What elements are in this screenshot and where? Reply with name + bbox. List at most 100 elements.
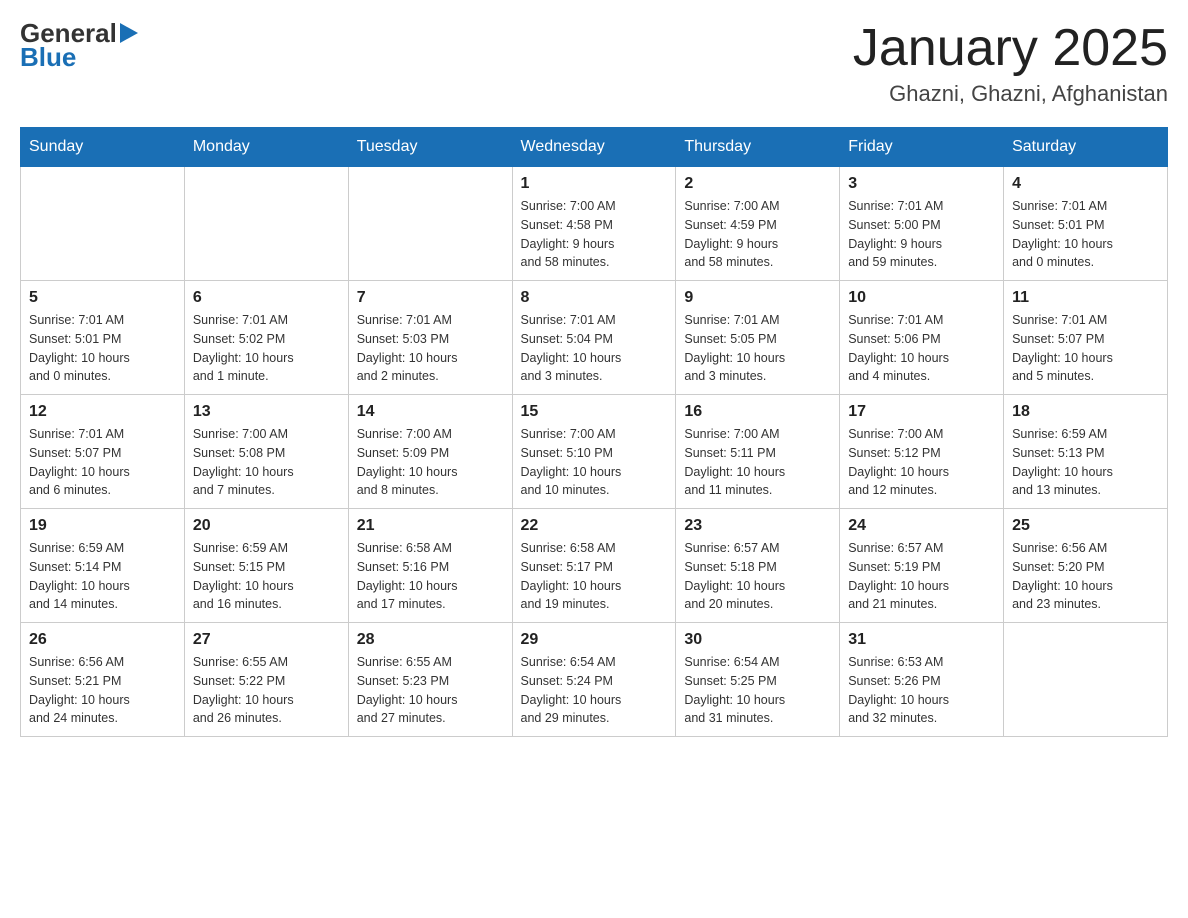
- calendar-table: SundayMondayTuesdayWednesdayThursdayFrid…: [20, 127, 1168, 737]
- weekday-header-thursday: Thursday: [676, 128, 840, 167]
- day-info: Sunrise: 6:58 AMSunset: 5:17 PMDaylight:…: [521, 539, 668, 614]
- day-number: 3: [848, 175, 995, 193]
- day-number: 28: [357, 631, 504, 649]
- weekday-header-tuesday: Tuesday: [348, 128, 512, 167]
- day-info: Sunrise: 6:59 AMSunset: 5:14 PMDaylight:…: [29, 539, 176, 614]
- day-info: Sunrise: 6:58 AMSunset: 5:16 PMDaylight:…: [357, 539, 504, 614]
- day-number: 14: [357, 403, 504, 421]
- calendar-empty-cell: [21, 167, 185, 281]
- day-info: Sunrise: 6:56 AMSunset: 5:21 PMDaylight:…: [29, 653, 176, 728]
- day-info: Sunrise: 7:01 AMSunset: 5:04 PMDaylight:…: [521, 311, 668, 386]
- day-number: 13: [193, 403, 340, 421]
- day-info: Sunrise: 6:57 AMSunset: 5:19 PMDaylight:…: [848, 539, 995, 614]
- day-number: 5: [29, 289, 176, 307]
- weekday-header-monday: Monday: [184, 128, 348, 167]
- logo-arrow-icon: [120, 23, 138, 43]
- day-info: Sunrise: 6:54 AMSunset: 5:24 PMDaylight:…: [521, 653, 668, 728]
- calendar-day-2: 2 Sunrise: 7:00 AMSunset: 4:59 PMDaylight…: [676, 167, 840, 281]
- calendar-day-25: 25Sunrise: 6:56 AMSunset: 5:20 PMDayligh…: [1004, 509, 1168, 623]
- calendar-day-1: 1 Sunrise: 7:00 AMSunset: 4:58 PMDaylight…: [512, 167, 676, 281]
- day-number: 6: [193, 289, 340, 307]
- calendar-subtitle: Ghazni, Ghazni, Afghanistan: [853, 81, 1168, 107]
- day-number: 20: [193, 517, 340, 535]
- calendar-day-16: 16 Sunrise: 7:00 AMSunset: 5:11 PMDayligh…: [676, 395, 840, 509]
- day-number: 7: [357, 289, 504, 307]
- calendar-day-8: 8 Sunrise: 7:01 AMSunset: 5:04 PMDaylight…: [512, 281, 676, 395]
- day-info: Sunrise: 7:00 AMSunset: 5:12 PMDaylight:…: [848, 425, 995, 500]
- day-info: Sunrise: 7:00 AMSunset: 5:11 PMDaylight:…: [684, 425, 831, 500]
- day-info: Sunrise: 7:00 AMSunset: 5:10 PMDaylight:…: [521, 425, 668, 500]
- day-info: Sunrise: 7:01 AMSunset: 5:07 PMDaylight:…: [29, 425, 176, 500]
- calendar-header: SundayMondayTuesdayWednesdayThursdayFrid…: [21, 128, 1168, 167]
- day-number: 9: [684, 289, 831, 307]
- day-number: 11: [1012, 289, 1159, 307]
- calendar-day-30: 30 Sunrise: 6:54 AMSunset: 5:25 PMDayligh…: [676, 623, 840, 737]
- day-number: 4: [1012, 175, 1159, 193]
- page-header: General Blue January 2025 Ghazni, Ghazni…: [20, 20, 1168, 107]
- calendar-week-4: 19 Sunrise: 6:59 AMSunset: 5:14 PMDayligh…: [21, 509, 1168, 623]
- day-number: 21: [357, 517, 504, 535]
- calendar-empty-cell: [1004, 623, 1168, 737]
- day-number: 15: [521, 403, 668, 421]
- logo-blue-text: Blue: [20, 44, 76, 70]
- day-info: Sunrise: 6:55 AMSunset: 5:23 PMDaylight:…: [357, 653, 504, 728]
- calendar-body: 1 Sunrise: 7:00 AMSunset: 4:58 PMDaylight…: [21, 167, 1168, 737]
- day-info: Sunrise: 6:54 AMSunset: 5:25 PMDaylight:…: [684, 653, 831, 728]
- calendar-day-11: 11Sunrise: 7:01 AMSunset: 5:07 PMDayligh…: [1004, 281, 1168, 395]
- calendar-day-15: 15 Sunrise: 7:00 AMSunset: 5:10 PMDayligh…: [512, 395, 676, 509]
- calendar-empty-cell: [348, 167, 512, 281]
- weekday-header-saturday: Saturday: [1004, 128, 1168, 167]
- day-number: 19: [29, 517, 176, 535]
- day-info: Sunrise: 6:59 AMSunset: 5:15 PMDaylight:…: [193, 539, 340, 614]
- calendar-day-21: 21 Sunrise: 6:58 AMSunset: 5:16 PMDayligh…: [348, 509, 512, 623]
- weekday-header-wednesday: Wednesday: [512, 128, 676, 167]
- calendar-day-12: 12 Sunrise: 7:01 AMSunset: 5:07 PMDayligh…: [21, 395, 185, 509]
- day-number: 12: [29, 403, 176, 421]
- calendar-empty-cell: [184, 167, 348, 281]
- calendar-day-29: 29 Sunrise: 6:54 AMSunset: 5:24 PMDayligh…: [512, 623, 676, 737]
- calendar-title: January 2025: [853, 20, 1168, 77]
- day-number: 1: [521, 175, 668, 193]
- day-info: Sunrise: 6:55 AMSunset: 5:22 PMDaylight:…: [193, 653, 340, 728]
- calendar-day-10: 10Sunrise: 7:01 AMSunset: 5:06 PMDayligh…: [840, 281, 1004, 395]
- day-number: 18: [1012, 403, 1159, 421]
- calendar-day-17: 17Sunrise: 7:00 AMSunset: 5:12 PMDayligh…: [840, 395, 1004, 509]
- calendar-day-9: 9 Sunrise: 7:01 AMSunset: 5:05 PMDaylight…: [676, 281, 840, 395]
- logo: General Blue: [20, 20, 138, 70]
- day-info: Sunrise: 6:53 AMSunset: 5:26 PMDaylight:…: [848, 653, 995, 728]
- day-number: 24: [848, 517, 995, 535]
- day-number: 22: [521, 517, 668, 535]
- calendar-day-28: 28 Sunrise: 6:55 AMSunset: 5:23 PMDayligh…: [348, 623, 512, 737]
- day-number: 25: [1012, 517, 1159, 535]
- day-info: Sunrise: 7:01 AMSunset: 5:01 PMDaylight:…: [1012, 197, 1159, 272]
- calendar-day-23: 23 Sunrise: 6:57 AMSunset: 5:18 PMDayligh…: [676, 509, 840, 623]
- day-number: 2: [684, 175, 831, 193]
- calendar-day-31: 31Sunrise: 6:53 AMSunset: 5:26 PMDayligh…: [840, 623, 1004, 737]
- calendar-day-20: 20 Sunrise: 6:59 AMSunset: 5:15 PMDayligh…: [184, 509, 348, 623]
- calendar-day-3: 3 Sunrise: 7:01 AMSunset: 5:00 PMDaylight…: [840, 167, 1004, 281]
- day-info: Sunrise: 7:01 AMSunset: 5:05 PMDaylight:…: [684, 311, 831, 386]
- calendar-day-19: 19 Sunrise: 6:59 AMSunset: 5:14 PMDayligh…: [21, 509, 185, 623]
- calendar-day-26: 26 Sunrise: 6:56 AMSunset: 5:21 PMDayligh…: [21, 623, 185, 737]
- day-number: 23: [684, 517, 831, 535]
- day-info: Sunrise: 7:01 AMSunset: 5:03 PMDaylight:…: [357, 311, 504, 386]
- day-number: 27: [193, 631, 340, 649]
- calendar-day-7: 7 Sunrise: 7:01 AMSunset: 5:03 PMDaylight…: [348, 281, 512, 395]
- day-info: Sunrise: 7:01 AMSunset: 5:00 PMDaylight:…: [848, 197, 995, 272]
- day-number: 10: [848, 289, 995, 307]
- weekday-header-friday: Friday: [840, 128, 1004, 167]
- day-number: 26: [29, 631, 176, 649]
- day-info: Sunrise: 7:00 AMSunset: 4:58 PMDaylight:…: [521, 197, 668, 272]
- day-number: 29: [521, 631, 668, 649]
- day-number: 8: [521, 289, 668, 307]
- calendar-day-18: 18 Sunrise: 6:59 AMSunset: 5:13 PMDayligh…: [1004, 395, 1168, 509]
- calendar-day-6: 6Sunrise: 7:01 AMSunset: 5:02 PMDaylight…: [184, 281, 348, 395]
- day-info: Sunrise: 6:59 AMSunset: 5:13 PMDaylight:…: [1012, 425, 1159, 500]
- weekday-header-sunday: Sunday: [21, 128, 185, 167]
- day-info: Sunrise: 7:00 AMSunset: 5:09 PMDaylight:…: [357, 425, 504, 500]
- day-number: 30: [684, 631, 831, 649]
- calendar-week-2: 5Sunrise: 7:01 AMSunset: 5:01 PMDaylight…: [21, 281, 1168, 395]
- day-number: 16: [684, 403, 831, 421]
- day-info: Sunrise: 7:00 AMSunset: 4:59 PMDaylight:…: [684, 197, 831, 272]
- day-info: Sunrise: 6:57 AMSunset: 5:18 PMDaylight:…: [684, 539, 831, 614]
